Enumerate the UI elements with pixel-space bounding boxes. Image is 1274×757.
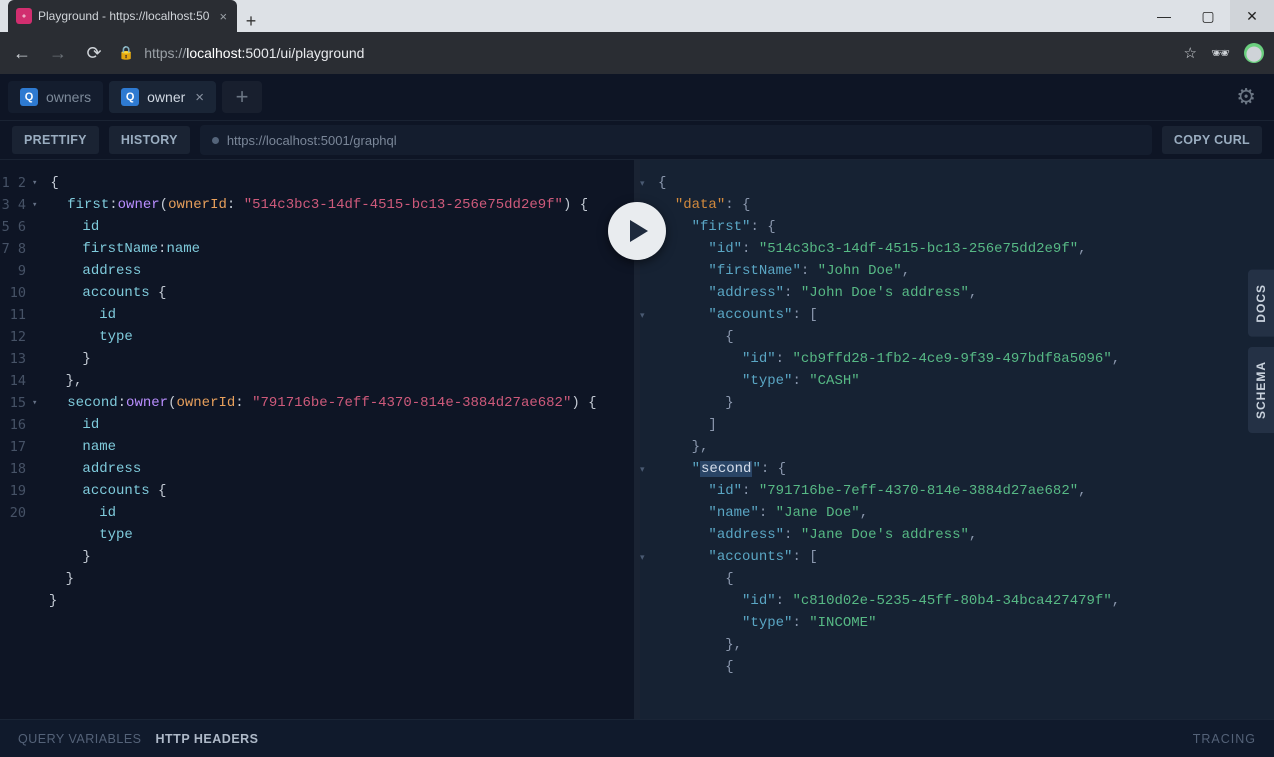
result-viewer[interactable]: ▾▾▾▾▾▾ { "data": { "first": { "id": "514… — [640, 160, 1274, 719]
browser-tab[interactable]: Playground - https://localhost:50 × — [8, 0, 237, 32]
http-headers-tab[interactable]: HTTP HEADERS — [156, 732, 259, 746]
new-tab-button[interactable]: + — [237, 11, 265, 32]
minimize-button[interactable]: — — [1142, 0, 1186, 32]
tab-owner[interactable]: Q owner × — [109, 81, 216, 113]
copy-curl-button[interactable]: COPY CURL — [1162, 126, 1262, 154]
profile-avatar[interactable]: ⬤ — [1244, 43, 1264, 63]
status-dot-icon — [212, 137, 219, 144]
history-button[interactable]: HISTORY — [109, 126, 190, 154]
add-tab-button[interactable]: + — [222, 81, 262, 113]
docs-button[interactable]: DOCS — [1248, 270, 1274, 337]
back-button[interactable]: ← — [10, 43, 34, 64]
prettify-button[interactable]: PRETTIFY — [12, 126, 99, 154]
tab-owners[interactable]: Q owners — [8, 81, 103, 113]
tracing-tab[interactable]: TRACING — [1193, 732, 1256, 746]
url-input[interactable]: 🔒 https://localhost:5001/ui/playground — [118, 45, 1172, 61]
tab-label: owners — [46, 89, 91, 105]
query-icon: Q — [20, 88, 38, 106]
favicon-icon — [16, 8, 32, 24]
incognito-icon[interactable]: 🕶 — [1211, 44, 1230, 62]
schema-button[interactable]: SCHEMA — [1248, 347, 1274, 433]
query-editor[interactable]: 1 2 3 4 5 6 7 8 9 10 11 12 13 14 15 16 1… — [0, 160, 634, 719]
run-button[interactable] — [608, 202, 666, 260]
forward-button[interactable]: → — [46, 43, 70, 64]
result-code: { "data": { "first": { "id": "514c3bc3-1… — [658, 160, 1274, 719]
reload-button[interactable]: ⟳ — [82, 43, 106, 64]
browser-address-bar: ← → ⟳ 🔒 https://localhost:5001/ui/playgr… — [0, 32, 1274, 74]
close-tab-icon[interactable]: × — [219, 9, 227, 24]
line-gutter: 1 2 3 4 5 6 7 8 9 10 11 12 13 14 15 16 1… — [0, 160, 32, 719]
playground-footer: QUERY VARIABLES HTTP HEADERS TRACING — [0, 719, 1274, 757]
lock-icon: 🔒 — [118, 45, 134, 61]
browser-titlebar: Playground - https://localhost:50 × + — … — [0, 0, 1274, 32]
playground-tabs: Q owners Q owner × + ⚙ — [0, 74, 1274, 120]
browser-tab-title: Playground - https://localhost:50 — [38, 9, 209, 23]
query-variables-tab[interactable]: QUERY VARIABLES — [18, 732, 142, 746]
endpoint-url: https://localhost:5001/graphql — [227, 133, 397, 148]
playground-toolbar: PRETTIFY HISTORY https://localhost:5001/… — [0, 120, 1274, 160]
query-icon: Q — [121, 88, 139, 106]
star-icon[interactable]: ☆ — [1184, 44, 1197, 62]
window-close-button[interactable]: ✕ — [1230, 0, 1274, 32]
endpoint-input[interactable]: https://localhost:5001/graphql — [200, 125, 1152, 155]
maximize-button[interactable]: ▢ — [1186, 0, 1230, 32]
close-tab-icon[interactable]: × — [195, 89, 204, 106]
settings-icon[interactable]: ⚙ — [1236, 84, 1256, 110]
query-code[interactable]: ▾ { ▾ first:owner(ownerId: "514c3bc3-14d… — [32, 160, 634, 719]
tab-label: owner — [147, 89, 185, 105]
